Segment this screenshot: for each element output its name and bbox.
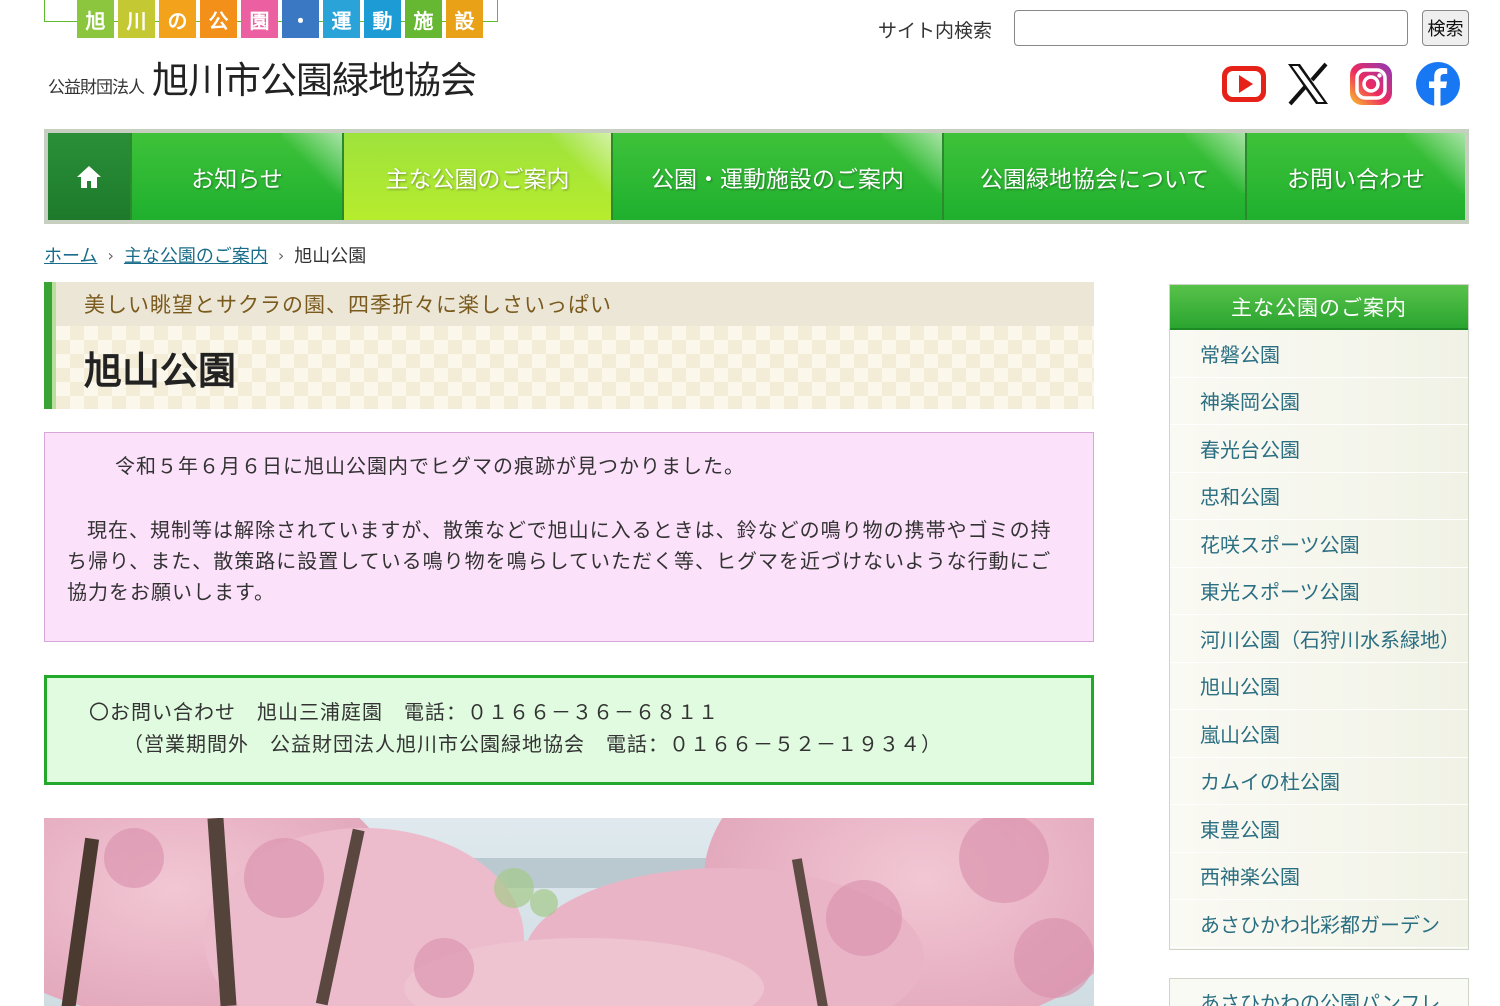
- contact-line-2: （営業期間外 公益財団法人旭川市公園緑地協会 電話：０１６６－５２－１９３４）: [123, 732, 942, 756]
- logo-tile: 運: [323, 0, 360, 38]
- sidebar-park-link[interactable]: あさひかわ北彩都ガーデン: [1170, 900, 1468, 948]
- nav-item-label: お問い合わせ: [1287, 166, 1425, 193]
- bear-notice: 令和５年６月６日に旭山公園内でヒグマの痕跡が見つかりました。 現在、規制等は解除…: [44, 432, 1094, 642]
- logo-tile: 設: [446, 0, 483, 38]
- breadcrumb: ホーム › 主な公園のご案内 › 旭山公園: [44, 242, 366, 268]
- sidebar-park-link[interactable]: 神楽岡公園: [1170, 377, 1468, 425]
- nav-item-parks-sports[interactable]: 公園・運動施設のご案内: [613, 133, 944, 220]
- logo-tile: ・: [282, 0, 319, 38]
- notice-paragraph-2: 現在、規制等は解除されていますが、散策などで旭山に入るときは、鈴などの鳴り物の携…: [67, 518, 1052, 604]
- sidebar-park-link[interactable]: 春光台公園: [1170, 425, 1468, 473]
- page-tagline: 美しい眺望とサクラの園、四季折々に楽しさいっぱい: [52, 282, 1094, 326]
- breadcrumb-parent-link[interactable]: 主な公園のご案内: [124, 242, 268, 268]
- logo-tile: 動: [364, 0, 401, 38]
- logo-org-name: 旭川市公園緑地協会: [152, 59, 477, 102]
- logo-tile: 園: [241, 0, 278, 38]
- sidebar-park-link[interactable]: 常磐公園: [1170, 330, 1468, 378]
- contact-line-1: 〇お問い合わせ 旭山三浦庭園 電話：０１６６－３６－６８１１: [89, 700, 719, 724]
- logo-tile: 旭: [77, 0, 114, 38]
- sidebar-park-link[interactable]: 河川公園（石狩川水系緑地）: [1170, 615, 1468, 663]
- logo-tile: 公: [200, 0, 237, 38]
- nav-item-label: 公園・運動施設のご案内: [651, 166, 904, 193]
- sidebar-parks: 主な公園のご案内 常磐公園 神楽岡公園 春光台公園 忠和公園 花咲スポーツ公園 東光スポー…: [1169, 284, 1469, 950]
- search-button[interactable]: 検索: [1422, 10, 1469, 46]
- global-nav: お知らせ 主な公園のご案内 公園・運動施設のご案内 公園緑地協会について お問い…: [44, 129, 1469, 224]
- nav-home[interactable]: [48, 133, 132, 220]
- nav-item-label: 主な公園のご案内: [385, 166, 570, 193]
- sidebar-park-link[interactable]: 西神楽公園: [1170, 852, 1468, 900]
- site-logo[interactable]: 公益財団法人 旭川市公園緑地協会: [48, 50, 477, 104]
- sidebar-park-link[interactable]: 東光スポーツ公園: [1170, 567, 1468, 615]
- sidebar-pamphlet-box[interactable]: あさひかわの公園パンフレ: [1169, 978, 1469, 1006]
- site-logo-tiles[interactable]: 旭川の公園・運動施設: [44, 0, 498, 40]
- sidebar-park-link[interactable]: 旭山公園: [1170, 662, 1468, 710]
- breadcrumb-current: 旭山公園: [294, 246, 367, 267]
- logo-tile: 施: [405, 0, 442, 38]
- page-title-block: 美しい眺望とサクラの園、四季折々に楽しさいっぱい 旭山公園: [44, 282, 1094, 409]
- nav-item-about[interactable]: 公園緑地協会について: [944, 133, 1247, 220]
- contact-box: 〇お問い合わせ 旭山三浦庭園 電話：０１６６－３６－６８１１ （営業期間外 公益…: [44, 675, 1094, 785]
- chevron-right-icon: ›: [277, 245, 285, 265]
- sidebar-title: 主な公園のご案内: [1170, 285, 1468, 330]
- breadcrumb-home-link[interactable]: ホーム: [44, 242, 97, 268]
- page-title: 旭山公園: [52, 326, 1094, 409]
- home-icon: [77, 165, 101, 188]
- cherry-blossom-photo: [44, 818, 1094, 1006]
- x-icon[interactable]: [1284, 60, 1332, 108]
- chevron-right-icon: ›: [107, 245, 114, 265]
- logo-tile: の: [159, 0, 196, 38]
- site-header: 旭川の公園・運動施設 公益財団法人 旭川市公園緑地協会 サイト内検索 検索: [0, 0, 1500, 130]
- nav-item-label: お知らせ: [191, 166, 283, 193]
- notice-paragraph-1: 令和５年６月６日に旭山公園内でヒグマの痕跡が見つかりました。: [115, 454, 745, 478]
- logo-org-prefix: 公益財団法人: [48, 78, 145, 98]
- logo-tile: 川: [118, 0, 155, 38]
- sidebar-pamphlet-label: あさひかわの公園パンフレ: [1200, 991, 1441, 1006]
- nav-item-label: 公園緑地協会について: [979, 166, 1210, 193]
- youtube-icon[interactable]: [1220, 60, 1268, 108]
- sidebar-park-list: 常磐公園 神楽岡公園 春光台公園 忠和公園 花咲スポーツ公園 東光スポーツ公園 河川公園（石…: [1170, 330, 1468, 948]
- sidebar-park-link[interactable]: 花咲スポーツ公園: [1170, 520, 1468, 568]
- search-label: サイト内検索: [878, 20, 993, 42]
- nav-item-news[interactable]: お知らせ: [132, 133, 344, 220]
- logo-tile-row: 旭川の公園・運動施設: [77, 0, 483, 38]
- nav-item-main-parks[interactable]: 主な公園のご案内: [344, 133, 613, 220]
- cherry-blossom-image: [44, 818, 1094, 1006]
- instagram-icon[interactable]: [1347, 60, 1395, 108]
- sidebar-park-link[interactable]: カムイの杜公園: [1170, 757, 1468, 805]
- search-input[interactable]: [1014, 10, 1408, 46]
- sidebar-park-link[interactable]: 忠和公園: [1170, 472, 1468, 520]
- sidebar-park-link[interactable]: 東豊公園: [1170, 805, 1468, 853]
- facebook-icon[interactable]: [1414, 60, 1462, 108]
- sidebar-park-link[interactable]: 嵐山公園: [1170, 710, 1468, 758]
- nav-item-contact[interactable]: お問い合わせ: [1247, 133, 1465, 220]
